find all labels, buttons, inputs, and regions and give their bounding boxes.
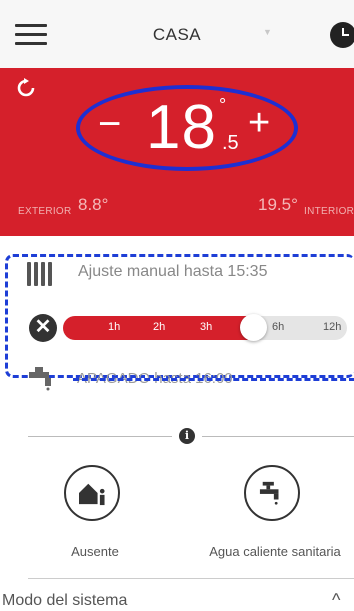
interior-temperature: 19.5° <box>258 195 298 214</box>
duration-slider-knob[interactable] <box>240 314 267 341</box>
setpoint-degree: ° <box>219 95 227 115</box>
location-dropdown-caret-icon[interactable]: ▼ <box>263 27 272 37</box>
clock-icon[interactable] <box>330 22 354 48</box>
annotation-dashed-line <box>73 378 354 381</box>
exterior-temperature: 8.8° <box>78 195 109 214</box>
increase-temperature-button[interactable]: + <box>248 102 270 145</box>
top-bar: CASA ▼ <box>0 0 354 68</box>
divider-left <box>28 436 172 437</box>
duration-option-12h[interactable]: 12h <box>323 321 341 333</box>
hot-water-tap-icon <box>259 481 279 505</box>
away-button[interactable] <box>64 465 120 521</box>
duration-slider[interactable]: 1h 2h 3h 6h 12h <box>63 314 347 341</box>
duration-option-1h[interactable]: 1h <box>108 321 120 333</box>
exterior-label: EXTERIOR <box>18 206 72 217</box>
radiator-icon <box>27 262 63 286</box>
info-icon[interactable]: i <box>179 428 195 444</box>
away-house-icon <box>79 483 105 506</box>
cancel-override-icon[interactable]: ✕ <box>29 314 57 342</box>
refresh-icon[interactable] <box>16 78 36 98</box>
chevron-up-icon[interactable]: ^ <box>332 590 340 611</box>
setpoint-control: − 18 ° .5 + <box>76 85 298 171</box>
hot-water-label: Agua caliente sanitaria <box>209 544 341 559</box>
system-mode-label[interactable]: Modo del sistema <box>2 592 127 610</box>
duration-option-3h[interactable]: 3h <box>200 321 212 333</box>
interior-label: INTERIOR <box>304 206 354 217</box>
duration-option-2h[interactable]: 2h <box>153 321 165 333</box>
heating-status-text: Ajuste manual hasta 15:35 <box>78 263 268 280</box>
divider-right <box>202 436 354 437</box>
tap-icon <box>29 367 51 391</box>
footer-separator <box>28 578 354 579</box>
location-title[interactable]: CASA <box>0 25 354 45</box>
setpoint-decimal: .5 <box>222 132 239 154</box>
hot-water-button[interactable] <box>244 465 300 521</box>
setpoint-integer: 18 <box>146 93 217 162</box>
duration-option-6h[interactable]: 6h <box>272 321 284 333</box>
away-label: Ausente <box>71 544 119 559</box>
decrease-temperature-button[interactable]: − <box>98 102 121 147</box>
